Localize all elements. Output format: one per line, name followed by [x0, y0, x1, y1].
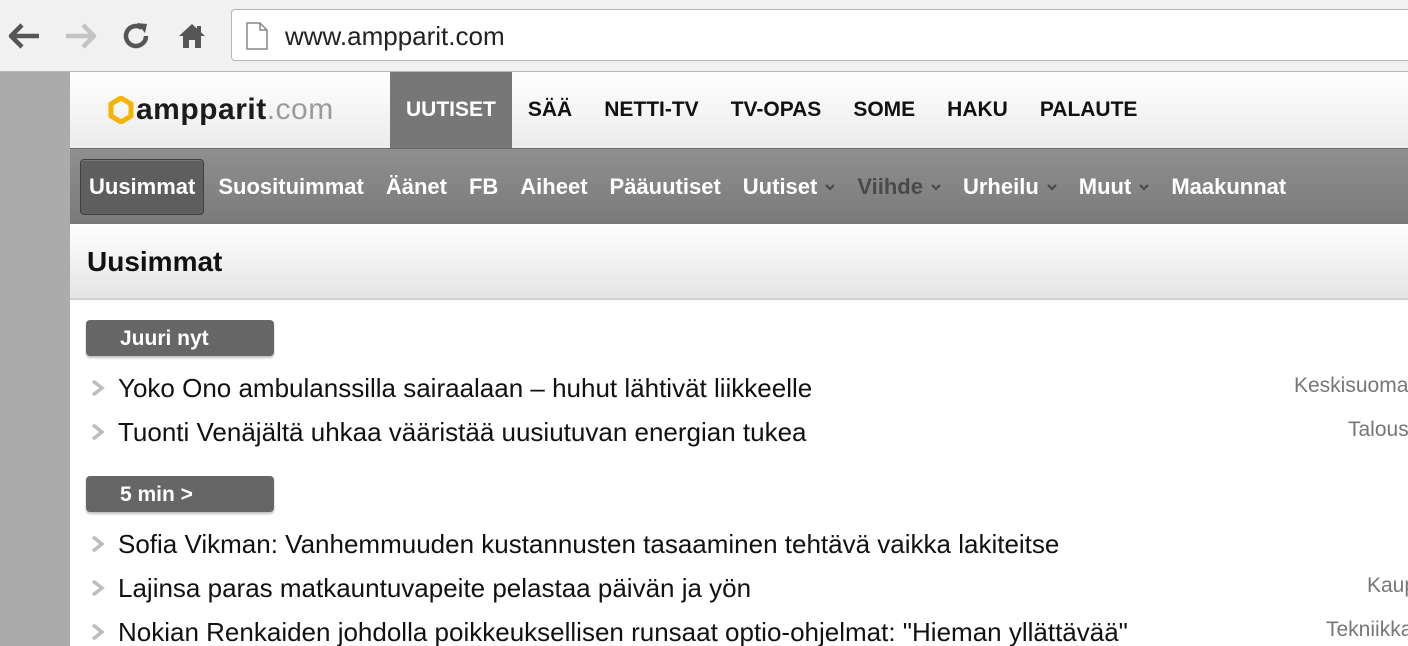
site-logo[interactable]: ampparit .com [108, 94, 334, 126]
subnav-fb-label: FB [468, 174, 499, 199]
news-source: Keskisuoma [1294, 374, 1408, 397]
subnav-viihde-label: Viihde [857, 174, 923, 199]
news-source: Talous [1348, 418, 1408, 441]
time-group-badge: 5 min > [86, 476, 274, 512]
subnav-fb[interactable]: FB [461, 159, 506, 215]
forward-button[interactable] [60, 14, 100, 58]
subnav-viihde[interactable]: Viihde [849, 159, 949, 215]
logo-tld: .com [266, 93, 334, 126]
subnav-uusimmat[interactable]: Uusimmat [80, 159, 205, 215]
subnav-aiheet-label: Aiheet [520, 174, 588, 199]
subnav-suosituimmat-label: Suosituimmat [218, 174, 364, 199]
time-group-badge: Juuri nyt [86, 320, 274, 356]
subnav-muut-label: Muut [1078, 174, 1132, 199]
news-headline-link[interactable]: Sofia Vikman: Vanhemmuuden kustannusten … [118, 529, 1059, 559]
home-icon [179, 24, 205, 48]
subnav-urheilu[interactable]: Urheilu [955, 159, 1065, 215]
chevron-down-icon [825, 184, 836, 191]
home-button[interactable] [172, 14, 212, 58]
nav-netti-tv[interactable]: NETTI-TV [588, 72, 715, 148]
chevron-right-icon [91, 423, 105, 441]
nav-haku[interactable]: HAKU [931, 72, 1024, 148]
subnav-aanet[interactable]: Äänet [378, 159, 455, 215]
subnav-paauutiset[interactable]: Pääuutiset [602, 159, 729, 215]
nav-uutiset[interactable]: UUTISET [390, 72, 512, 148]
news-item[interactable]: Yoko Ono ambulanssilla sairaalaan – huhu… [70, 371, 1408, 407]
reload-icon [123, 23, 149, 49]
chevron-right-icon [91, 535, 105, 553]
news-item[interactable]: Sofia Vikman: Vanhemmuuden kustannusten … [70, 527, 1408, 563]
section-header: Uusimmat [70, 224, 1408, 300]
subnav-aanet-label: Äänet [385, 174, 447, 199]
subnav-aiheet[interactable]: Aiheet [512, 159, 595, 215]
reload-button[interactable] [116, 14, 156, 58]
chevron-down-icon [931, 184, 941, 191]
nav-palaute[interactable]: PALAUTE [1024, 72, 1154, 148]
page-icon [246, 22, 268, 50]
news-source: Tekniikka [1326, 618, 1408, 641]
url-text: www.ampparit.com [285, 21, 505, 51]
site-header: ampparit .com UUTISET SÄÄ NETTI-TV TV-OPA… [70, 72, 1408, 148]
subnav-uutiset[interactable]: Uutiset [735, 159, 844, 215]
address-bar[interactable]: www.ampparit.com [231, 9, 1408, 61]
subnav-uusimmat-label: Uusimmat [89, 174, 196, 199]
logo-text: ampparit [136, 93, 267, 126]
hexagon-logo-icon [108, 96, 134, 124]
subnav-uutiset-label: Uutiset [742, 174, 818, 199]
chevron-right-icon [91, 379, 105, 397]
browser-toolbar: www.ampparit.com [0, 0, 1408, 72]
subnav-muut[interactable]: Muut [1071, 159, 1158, 215]
back-arrow-icon [8, 23, 39, 49]
news-headline-link[interactable]: Tuonti Venäjältä uhkaa vääristää uusiutu… [118, 417, 807, 447]
news-headline-link[interactable]: Nokian Renkaiden johdolla poikkeuksellis… [118, 617, 1128, 646]
chevron-down-icon [1139, 184, 1150, 191]
nav-saa[interactable]: SÄÄ [512, 72, 588, 148]
main-nav: UUTISET SÄÄ NETTI-TV TV-OPAS SOME HAKU P… [390, 72, 1153, 148]
nav-some[interactable]: SOME [837, 72, 931, 148]
category-nav: Uusimmat Suosituimmat Äänet FB Aiheet Pä… [70, 148, 1408, 224]
news-item[interactable]: Lajinsa paras matkauntuvapeite pelastaa … [70, 571, 1408, 607]
nav-tv-opas[interactable]: TV-OPAS [715, 72, 838, 148]
web-page: ampparit .com UUTISET SÄÄ NETTI-TV TV-OPA… [70, 72, 1408, 646]
chevron-right-icon [91, 623, 105, 641]
news-source: Kaup [1367, 574, 1408, 597]
subnav-maakunnat-label: Maakunnat [1171, 174, 1287, 199]
chevron-right-icon [91, 579, 105, 597]
forward-arrow-icon [66, 23, 97, 49]
page-title: Uusimmat [87, 246, 223, 277]
subnav-urheilu-label: Urheilu [962, 174, 1039, 199]
news-item[interactable]: Tuonti Venäjältä uhkaa vääristää uusiutu… [70, 415, 1408, 451]
back-button[interactable] [5, 14, 45, 58]
chevron-down-icon [1047, 184, 1057, 191]
news-item[interactable]: Nokian Renkaiden johdolla poikkeuksellis… [70, 615, 1408, 646]
subnav-paauutiset-label: Pääuutiset [609, 174, 721, 199]
subnav-suosituimmat[interactable]: Suosituimmat [210, 159, 371, 215]
news-headline-link[interactable]: Yoko Ono ambulanssilla sairaalaan – huhu… [118, 373, 812, 403]
news-headline-link[interactable]: Lajinsa paras matkauntuvapeite pelastaa … [118, 573, 751, 603]
subnav-maakunnat[interactable]: Maakunnat [1163, 159, 1294, 215]
